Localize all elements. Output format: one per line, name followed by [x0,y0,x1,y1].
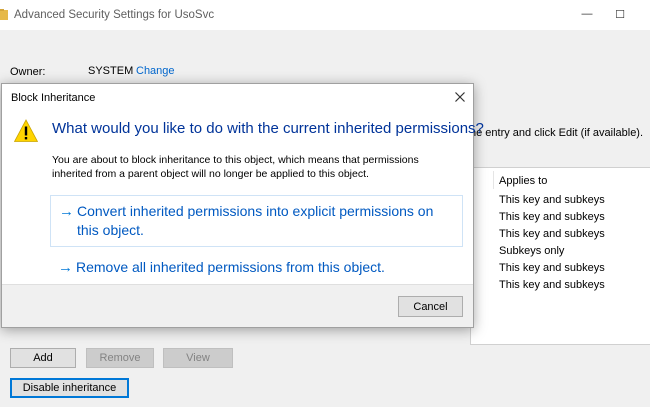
maximize-icon: ☐ [615,8,625,21]
remove-permissions-label: Remove all inherited permissions from th… [76,259,385,275]
list-item[interactable]: This key and subkeys [499,279,605,291]
list-item[interactable]: This key and subkeys [499,262,605,274]
convert-permissions-label: Convert inherited permissions into expli… [77,202,433,240]
column-header-applies-to[interactable]: Applies to [499,175,547,187]
dialog-body-line: You are about to block inheritance to th… [52,154,419,166]
owner-change-link[interactable]: Change [136,65,175,77]
minimize-icon: — [581,8,593,20]
disable-inheritance-button[interactable]: Disable inheritance [10,378,129,398]
remove-button-label: Remove [99,352,141,364]
folder-icon [0,9,8,20]
arrow-right-icon: → [59,203,74,220]
list-item[interactable]: This key and subkeys [499,194,605,206]
window-titlebar: Advanced Security Settings for UsoSvc — … [0,0,650,31]
window-title: Advanced Security Settings for UsoSvc [14,9,215,21]
column-separator [493,171,494,189]
dialog-footer: Cancel [2,284,473,327]
arrow-right-icon: → [58,259,73,276]
warning-icon [14,119,38,142]
list-item[interactable]: Subkeys only [499,245,564,257]
view-button-label: View [186,352,210,364]
remove-permissions-option[interactable]: → Remove all inherited permissions from … [50,252,463,284]
list-item[interactable]: This key and subkeys [499,211,605,223]
cancel-button-label: Cancel [413,300,448,313]
dialog-body-line: inherited from a parent object will no l… [52,168,369,180]
owner-value: SYSTEM [88,65,134,77]
minimize-button[interactable]: — [575,4,599,24]
convert-permissions-option[interactable]: → Convert inherited permissions into exp… [50,195,463,247]
dialog-heading: What would you like to do with the curre… [52,120,484,137]
option-line: Convert inherited permissions into expli… [77,203,434,219]
add-button-label: Add [33,352,53,364]
dialog-title: Block Inheritance [11,92,96,104]
permission-entries-list[interactable]: Applies to This key and subkeys This key… [470,167,650,345]
add-button[interactable]: Add [10,348,76,368]
close-icon [455,92,465,102]
block-inheritance-dialog: Block Inheritance What would you like to… [1,83,484,328]
instruction-text: he entry and click Edit (if available). [470,127,644,139]
dialog-body-text: You are about to block inheritance to th… [52,153,422,181]
cancel-button[interactable]: Cancel [398,296,463,317]
remove-button[interactable]: Remove [86,348,154,368]
view-button[interactable]: View [163,348,233,368]
list-item[interactable]: This key and subkeys [499,228,605,240]
maximize-button[interactable]: ☐ [608,4,632,24]
dialog-close-button[interactable] [451,88,469,106]
option-line: this object. [77,222,144,238]
owner-label: Owner: [10,66,46,78]
disable-inheritance-label: Disable inheritance [22,382,117,394]
